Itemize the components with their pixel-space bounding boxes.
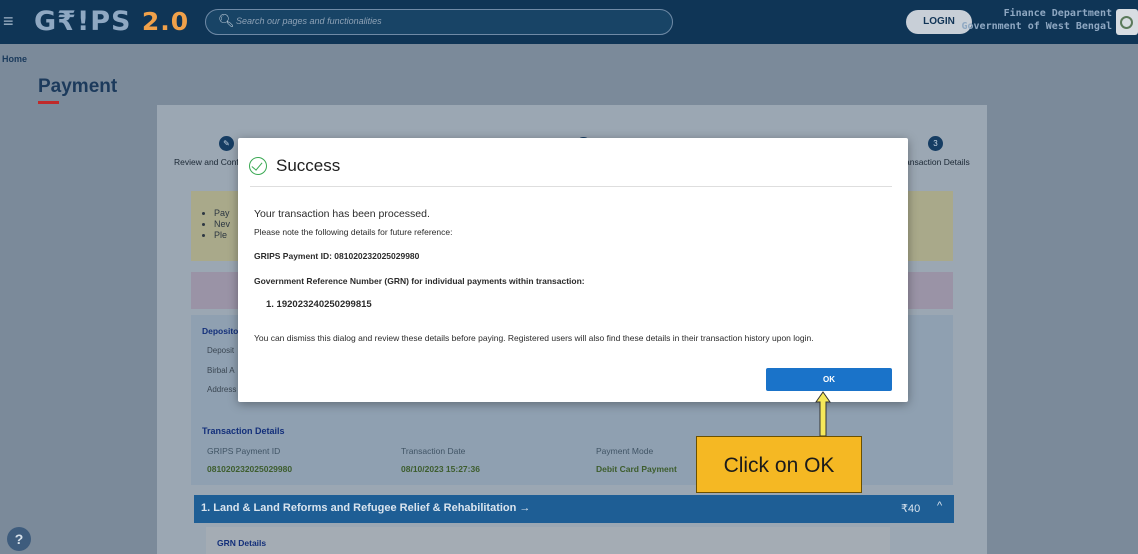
check-circle-icon [249,157,267,175]
depositor-line: Birbal A [207,366,235,375]
annotation-arrow-icon [815,391,831,437]
top-header: ≡ G₹!PS 2.0 🔍︎ Search our pages and func… [0,0,1138,44]
processed-message: Your transaction has been processed. [254,208,430,220]
depositor-line: Address [207,385,237,394]
payment-mode-value: Debit Card Payment [596,464,677,474]
notice-list: Pay Nev Ple [206,208,230,241]
grips-logo[interactable]: G₹!PS 2.0 [34,6,189,37]
department-name: Finance Department Government of West Be… [961,7,1112,33]
help-icon[interactable]: ? [7,527,31,551]
transaction-date-value: 08/10/2023 15:27:36 [401,464,480,474]
payment-id-line: GRIPS Payment ID: 081020232025029980 [254,251,420,261]
grn-item: 1. 192023240250299815 [266,299,372,310]
payment-id-label: GRIPS Payment ID [207,446,281,456]
state-emblem-icon [1116,9,1138,35]
grn-details-panel [206,527,890,554]
reference-note: Please note the following details for fu… [254,227,453,237]
depositor-line: Deposit [207,346,235,355]
ok-button[interactable]: OK [766,368,892,391]
dialog-divider [250,186,892,187]
grn-heading: Government Reference Number (GRN) for in… [254,276,585,286]
depositor-title: Deposito [202,326,239,336]
department-accordion-label: 1. Land & Land Reforms and Refugee Relie… [201,502,531,514]
annotation-callout: Click on OK [696,436,862,493]
search-bar[interactable]: 🔍︎ Search our pages and functionalities [205,9,673,35]
transaction-date-label: Transaction Date [401,446,466,456]
title-underline [38,101,59,104]
search-icon: 🔍︎ [218,13,235,28]
chevron-up-icon[interactable]: ^ [937,500,942,512]
notice-item: Ple [214,230,230,241]
grn-details-title: GRN Details [217,538,267,548]
dismiss-message: You can dismiss this dialog and review t… [254,333,814,343]
breadcrumb-home[interactable]: Home [2,54,27,64]
department-line1: Finance Department [1003,8,1112,19]
hamburger-menu-icon[interactable]: ≡ [3,11,14,32]
department-line2: Government of West Bengal [961,21,1112,32]
dialog-title: Success [276,156,341,175]
notice-item: Nev [214,219,230,230]
step1-edit-icon: ✎ [219,136,234,151]
notice-item: Pay [214,208,230,219]
payment-id-value: 081020232025029980 [207,464,293,474]
step1-label: Review and Confi [174,157,241,167]
search-placeholder: Search our pages and functionalities [236,16,382,26]
logo-version: 2.0 [141,7,190,36]
department-amount: ₹40 [901,503,921,515]
transaction-details-title: Transaction Details [202,426,285,436]
page-title: Payment [38,76,118,97]
step3-label: ansaction Details [905,157,970,167]
logo-main-text: G₹!PS [34,6,132,37]
success-dialog: Success Your transaction has been proces… [238,138,908,402]
step3-number: 3 [928,136,943,151]
payment-mode-label: Payment Mode [596,446,654,456]
